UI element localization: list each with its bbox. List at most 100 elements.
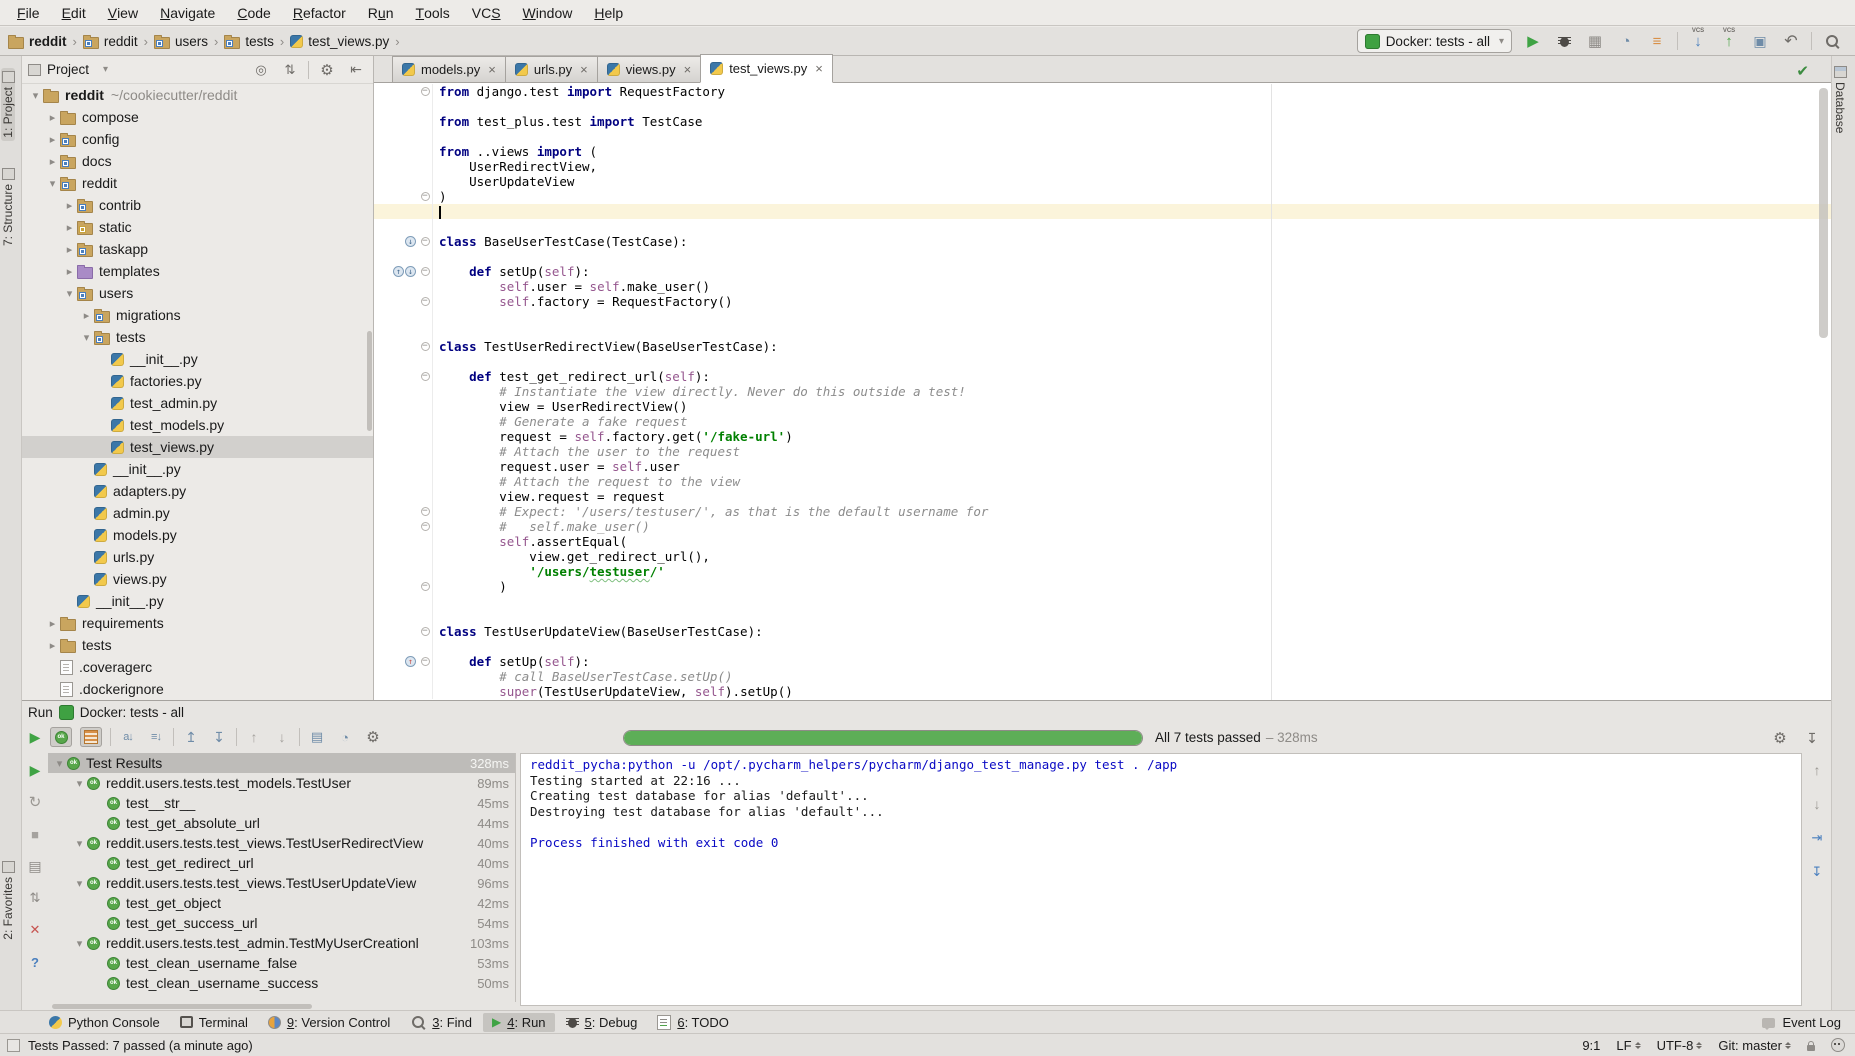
tree-row-urls.py[interactable]: urls.py (22, 546, 373, 568)
tree-row-reddit[interactable]: ▾reddit (22, 172, 373, 194)
code-line-25[interactable]: # Attach the user to the request (374, 444, 1831, 459)
show-ignored-toggle[interactable] (80, 727, 102, 747)
fold-marker-icon[interactable]: − (421, 267, 430, 276)
chevron-down-icon[interactable]: ▾ (79, 331, 94, 344)
code-line-13[interactable]: ↑↓− def setUp(self): (374, 264, 1831, 279)
run-console[interactable]: reddit_pycha:python -u /opt/.pycharm_hel… (520, 753, 1802, 1006)
chevron-right-icon[interactable]: ▸ (45, 111, 60, 124)
chevron-down-icon[interactable]: ▾ (62, 287, 77, 300)
tree-row-requirements[interactable]: ▸requirements (22, 612, 373, 634)
status-utf-8[interactable]: UTF-8 (1657, 1038, 1703, 1053)
tree-row-reddit[interactable]: ▾reddit~/cookiecutter/reddit (22, 84, 373, 106)
sort-duration-button[interactable]: ≡↓ (145, 726, 167, 748)
close-icon[interactable]: × (488, 62, 496, 77)
test-row-test_clean_username_false[interactable]: oktest_clean_username_false53ms (48, 953, 515, 973)
toolwindow-debug[interactable]: 5: Debug (557, 1013, 647, 1032)
code-line-30[interactable]: − # self.make_user() (374, 519, 1831, 534)
test-row-test_get_success_url[interactable]: oktest_get_success_url54ms (48, 913, 515, 933)
search-button[interactable] (1821, 30, 1843, 52)
import-results-button[interactable]: ▤ (306, 726, 328, 748)
tree-row-adapters.py[interactable]: adapters.py (22, 480, 373, 502)
menu-file[interactable]: File (6, 0, 51, 25)
collapse-all2-button[interactable]: ↧ (208, 726, 230, 748)
close-icon[interactable]: × (815, 61, 823, 76)
soft-wrap-button[interactable]: ⇥ (1806, 827, 1828, 849)
fold-marker-icon[interactable]: − (421, 507, 430, 516)
tree-row-admin.py[interactable]: admin.py (22, 502, 373, 524)
next-failed-button[interactable]: ↓ (271, 726, 293, 748)
code-line-37[interactable]: −class TestUserUpdateView(BaseUserTestCa… (374, 624, 1831, 639)
code-line-9[interactable] (374, 204, 1831, 219)
fold-marker-icon[interactable]: − (421, 297, 430, 306)
hide-panel-button[interactable]: ↧ (1801, 727, 1823, 749)
tree-row-__init__.py[interactable]: __init__.py (22, 458, 373, 480)
chevron-right-icon[interactable]: ▸ (62, 199, 77, 212)
coverage-button[interactable]: ▦ (1584, 30, 1606, 52)
breadcrumb-item[interactable]: reddit (83, 33, 138, 49)
override-down-gutter-icon[interactable]: ↓ (405, 266, 416, 277)
code-line-34[interactable]: − ) (374, 579, 1831, 594)
code-line-4[interactable] (374, 129, 1831, 144)
chevron-down-icon[interactable]: ▾ (72, 877, 87, 890)
menu-window[interactable]: Window (512, 0, 584, 25)
test-tree-hscrollbar[interactable] (52, 1004, 312, 1009)
restore-layout-button[interactable]: ▤ (24, 855, 46, 877)
chevron-right-icon[interactable]: ▸ (62, 265, 77, 278)
menu-refactor[interactable]: Refactor (282, 0, 357, 25)
menu-navigate[interactable]: Navigate (149, 0, 226, 25)
test-row-reddit.users.tests.test_models.TestUser[interactable]: ▾okreddit.users.tests.test_models.TestUs… (48, 773, 515, 793)
vcs-commit-button[interactable]: ↑VCS (1718, 30, 1740, 52)
code-line-35[interactable] (374, 594, 1831, 609)
chevron-down-icon[interactable]: ▾ (72, 837, 87, 850)
sort-alpha-button[interactable]: a↓ (117, 726, 139, 748)
tree-row-.dockerignore[interactable]: .dockerignore (22, 678, 373, 700)
chevron-right-icon[interactable]: ▸ (62, 221, 77, 234)
help-button[interactable]: ? (24, 951, 46, 973)
chevron-right-icon[interactable]: ▸ (45, 639, 60, 652)
hide-left-button[interactable]: ⇤ (345, 59, 367, 81)
test-row-test_clean_username_success[interactable]: oktest_clean_username_success50ms (48, 973, 515, 993)
show-passed-toggle[interactable]: ok (50, 727, 72, 747)
chevron-down-icon[interactable]: ▾ (72, 777, 87, 790)
hector-inspector-icon[interactable] (1831, 1038, 1845, 1052)
project-panel-title-group[interactable]: Project ▾ (28, 62, 108, 77)
tree-row-compose[interactable]: ▸compose (22, 106, 373, 128)
code-line-1[interactable]: −from django.test import RequestFactory (374, 84, 1831, 99)
code-line-39[interactable]: ↑− def setUp(self): (374, 654, 1831, 669)
fold-marker-icon[interactable]: − (421, 657, 430, 666)
code-line-32[interactable]: view.get_redirect_url(), (374, 549, 1831, 564)
code-line-29[interactable]: − # Expect: '/users/testuser/', as that … (374, 504, 1831, 519)
test-row-test__str__[interactable]: oktest__str__45ms (48, 793, 515, 813)
code-line-3[interactable]: from test_plus.test import TestCase (374, 114, 1831, 129)
test-row-reddit.users.tests.test_views.TestUserRedirectView[interactable]: ▾okreddit.users.tests.test_views.TestUse… (48, 833, 515, 853)
tree-row-users[interactable]: ▾users (22, 282, 373, 304)
close-icon[interactable]: × (684, 62, 692, 77)
chevron-right-icon[interactable]: ▸ (45, 617, 60, 630)
lock-icon[interactable] (1807, 1045, 1815, 1051)
stripe-database[interactable]: Database (1833, 66, 1847, 133)
status-lf[interactable]: LF (1616, 1038, 1640, 1053)
toolwindow-todo[interactable]: 6: TODO (648, 1013, 738, 1032)
code-line-23[interactable]: # Generate a fake request (374, 414, 1831, 429)
tree-row-test_admin.py[interactable]: test_admin.py (22, 392, 373, 414)
test-row-test_get_absolute_url[interactable]: oktest_get_absolute_url44ms (48, 813, 515, 833)
settings-button[interactable]: ⚙ (362, 726, 384, 748)
breadcrumb-item[interactable]: reddit (8, 33, 67, 49)
rerun-coverage-button[interactable]: ≡ (1646, 30, 1668, 52)
tree-row-tests[interactable]: ▾tests (22, 326, 373, 348)
collapse-all-button[interactable]: ⇅ (279, 59, 301, 81)
tab-views-py[interactable]: views.py× (597, 56, 701, 82)
code-line-10[interactable] (374, 219, 1831, 234)
vcs-update-button[interactable]: ↓VCS (1687, 30, 1709, 52)
chevron-down-icon[interactable]: ▾ (45, 177, 60, 190)
breadcrumb-item[interactable]: tests (224, 33, 274, 49)
toolwindow-version-control[interactable]: 9: Version Control (259, 1013, 399, 1032)
code-line-11[interactable]: ↓−class BaseUserTestCase(TestCase): (374, 234, 1831, 249)
prev-failed-button[interactable]: ↑ (243, 726, 265, 748)
tree-row-migrations[interactable]: ▸migrations (22, 304, 373, 326)
chevron-right-icon[interactable]: ▸ (45, 155, 60, 168)
menu-run[interactable]: Run (357, 0, 405, 25)
tree-row-tests[interactable]: ▸tests (22, 634, 373, 656)
test-row-reddit.users.tests.test_admin.TestMyUserCreationl[interactable]: ▾okreddit.users.tests.test_admin.TestMyU… (48, 933, 515, 953)
expand-all-button[interactable]: ↥ (180, 726, 202, 748)
